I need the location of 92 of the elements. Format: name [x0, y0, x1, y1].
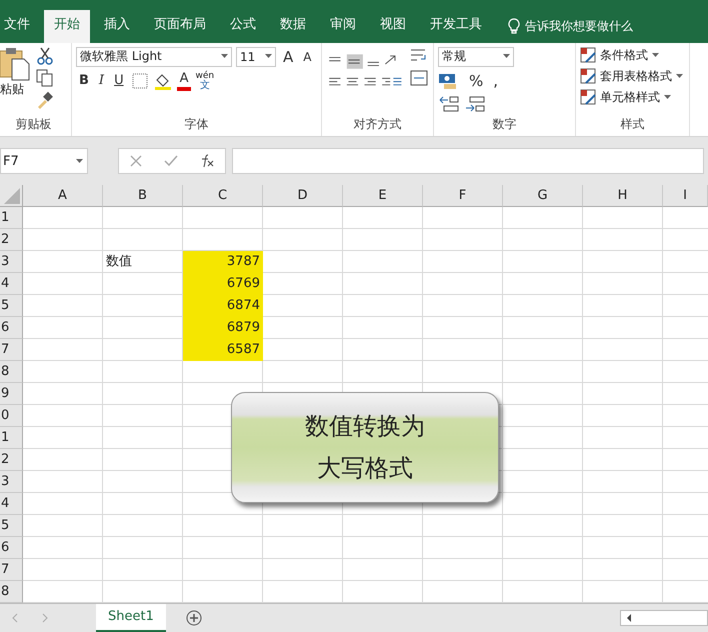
row-header[interactable]: 6	[0, 316, 23, 339]
name-box[interactable]: F7	[0, 148, 88, 174]
ribbon-tab[interactable]: 插入	[94, 10, 140, 43]
style-menu-button[interactable]: 单元格样式	[580, 88, 685, 106]
grow-font-button[interactable]: A	[280, 46, 296, 67]
group-label: 剪贴板	[14, 116, 52, 134]
column-header[interactable]: I	[663, 184, 708, 207]
italic-button[interactable]: I	[96, 70, 108, 91]
caret-icon[interactable]	[265, 54, 272, 60]
cell-text: 数值	[106, 254, 132, 269]
row-header[interactable]: 0	[0, 404, 23, 427]
row-header[interactable]: 4	[0, 492, 23, 515]
ribbon-tab[interactable]: 页面布局	[144, 10, 216, 43]
row-header[interactable]: 8	[0, 360, 23, 383]
ribbon-tab[interactable]: 视图	[370, 10, 416, 43]
table-style-icon	[580, 68, 596, 84]
font-name-dropdown[interactable]: 微软雅黑 Light	[76, 46, 232, 67]
table-style-icon	[580, 89, 596, 106]
font-size-dropdown[interactable]: 11	[236, 46, 276, 67]
group-label: 对齐方式	[352, 116, 402, 134]
row-header[interactable]: 2	[0, 448, 23, 471]
lightbulb-icon	[508, 18, 520, 34]
value-cell[interactable]: 6769	[183, 272, 263, 295]
merge-cells-icon[interactable]	[409, 68, 429, 87]
value-cell[interactable]: 6587	[183, 338, 263, 361]
sheet-tab[interactable]: Sheet1	[96, 604, 166, 632]
group-label: 数字	[492, 116, 518, 134]
column-header[interactable]: E	[343, 184, 423, 207]
caret-icon[interactable]	[221, 54, 228, 60]
column-header[interactable]: F	[423, 184, 503, 207]
row-header[interactable]: 6	[0, 536, 23, 559]
row-header[interactable]: 3	[0, 250, 23, 273]
brush-icon[interactable]	[36, 90, 54, 109]
callout-text: 大写格式	[317, 453, 413, 484]
ribbon-tab[interactable]: 开始	[44, 10, 90, 43]
table-style-icon	[580, 47, 596, 64]
column-header[interactable]: A	[23, 184, 103, 207]
copy-icon[interactable]	[36, 68, 54, 87]
decrease-decimal-icon[interactable]	[464, 94, 486, 113]
ribbon-tab[interactable]: 文件	[0, 10, 40, 43]
ribbon-tab[interactable]: 公式	[220, 10, 266, 43]
ribbon-tab[interactable]: 开发工具	[420, 10, 492, 43]
scissors-icon[interactable]	[36, 46, 54, 65]
caret-icon[interactable]	[503, 54, 510, 60]
value-cell[interactable]: 6879	[183, 316, 263, 339]
column-header[interactable]: C	[183, 184, 263, 207]
increase-decimal-icon[interactable]	[438, 94, 460, 113]
row-header[interactable]: 3	[0, 470, 23, 493]
row-header[interactable]: 1	[0, 206, 23, 229]
percent-button[interactable]: %	[466, 70, 486, 91]
group-label: 样式	[620, 116, 646, 134]
row-header[interactable]: 5	[0, 294, 23, 317]
bold-button[interactable]: B	[76, 70, 92, 91]
ribbon-tab[interactable]: 数据	[270, 10, 316, 43]
column-header[interactable]: H	[583, 184, 663, 207]
shrink-font-button[interactable]: A	[300, 46, 314, 67]
row-header[interactable]: 8	[0, 580, 23, 603]
style-menu-button[interactable]: 条件格式	[580, 46, 685, 64]
caret-icon	[652, 52, 659, 58]
style-menu-button[interactable]: 套用表格格式	[580, 68, 685, 85]
tell-me-search[interactable]: 告诉我你想要做什么	[525, 10, 633, 43]
horizontal-scrollbar[interactable]	[620, 610, 708, 626]
group-label: 字体	[184, 116, 210, 134]
border-icon[interactable]	[130, 72, 149, 89]
row-header[interactable]: 2	[0, 228, 23, 251]
underline-button[interactable]: U	[111, 70, 127, 91]
column-header[interactable]: D	[263, 184, 343, 207]
caret-icon[interactable]	[76, 158, 83, 164]
number-format-dropdown[interactable]: 常规	[438, 46, 514, 67]
scroll-left-icon[interactable]	[625, 612, 633, 623]
row-header[interactable]: 7	[0, 558, 23, 581]
row-header[interactable]: 9	[0, 382, 23, 405]
column-header[interactable]: G	[503, 184, 583, 207]
callout-text: 数值转换为	[305, 411, 425, 442]
font-color-button[interactable]: A	[176, 70, 192, 91]
caret-icon	[664, 94, 671, 100]
value-cell[interactable]: 3787	[183, 250, 263, 273]
phonetic-button[interactable]: wén 文	[195, 70, 214, 91]
value-cell[interactable]: 6874	[183, 294, 263, 317]
row-header[interactable]: 1	[0, 426, 23, 449]
column-header[interactable]: B	[103, 184, 183, 207]
add-sheet-icon[interactable]	[186, 610, 202, 626]
fill-bucket-icon[interactable]	[152, 72, 173, 90]
caret-icon	[676, 74, 683, 79]
row-header[interactable]: 7	[0, 338, 23, 361]
row-header[interactable]: 4	[0, 272, 23, 295]
check-icon[interactable]	[164, 154, 178, 168]
row-header[interactable]: 5	[0, 514, 23, 537]
ribbon-tab[interactable]: 审阅	[320, 10, 366, 43]
formula-input[interactable]	[232, 148, 704, 174]
comma-button[interactable]: ,	[490, 70, 502, 91]
paste-button[interactable]: 粘贴	[0, 46, 30, 116]
